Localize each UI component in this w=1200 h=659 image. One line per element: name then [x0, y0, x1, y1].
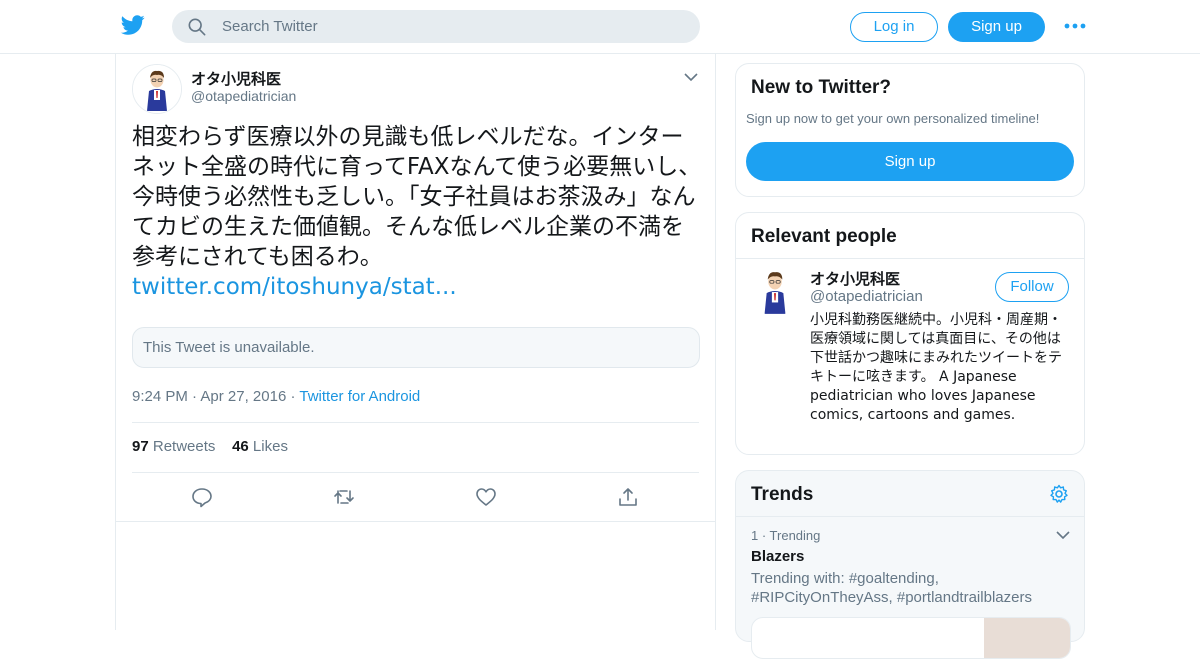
author-handle[interactable]: @otapediatrician — [191, 88, 296, 104]
tweet-link[interactable]: twitter.com/itoshunya/stat... — [132, 272, 702, 302]
tweet-detail: オタ小児科医 @otapediatrician 相変わらず医療以外の見識も低レベ… — [115, 54, 716, 630]
tweet-body: 相変わらず医療以外の見識も低レベルだな。インターネット全盛の時代に育ってFAXな… — [132, 124, 702, 270]
search-box[interactable] — [172, 10, 700, 43]
separator-dot: · — [290, 388, 296, 405]
retweet-icon[interactable] — [333, 486, 355, 508]
chevron-down-icon[interactable] — [1056, 530, 1070, 540]
tweet-time[interactable]: 9:24 PM — [132, 388, 188, 405]
retweets-label[interactable]: Retweets — [153, 438, 216, 455]
trend-thumbnail-image — [984, 618, 1070, 658]
follow-button[interactable]: Follow — [995, 272, 1069, 302]
divider — [736, 258, 1084, 259]
relevant-people-card: Relevant people オタ小児科医 @otapediatrician … — [735, 212, 1085, 455]
twitter-bird-icon[interactable] — [120, 13, 146, 37]
tweet-date[interactable]: Apr 27, 2016 — [200, 388, 286, 405]
share-icon[interactable] — [617, 486, 639, 508]
tweet-metadata: 9:24 PM · Apr 27, 2016 · Twitter for And… — [132, 388, 420, 405]
new-to-twitter-subtitle: Sign up now to get your own personalized… — [746, 111, 1040, 126]
trends-card: Trends 1 · Trending Blazers Trending wit… — [735, 470, 1085, 659]
quoted-tweet-unavailable: This Tweet is unavailable. — [132, 327, 700, 368]
relevant-people-title: Relevant people — [751, 226, 897, 247]
tweet-source-link[interactable]: Twitter for Android — [299, 388, 420, 405]
trend-rank: 1 · Trending — [751, 528, 821, 543]
trend-media-preview[interactable] — [751, 617, 1071, 659]
search-input[interactable] — [222, 10, 682, 43]
signup-button[interactable]: Sign up — [948, 12, 1045, 42]
sidebar-signup-button[interactable]: Sign up — [746, 142, 1074, 181]
author-avatar[interactable] — [132, 64, 182, 114]
doctor-avatar-icon — [133, 65, 181, 113]
chevron-down-icon[interactable] — [684, 72, 698, 82]
divider — [116, 521, 715, 522]
gear-icon[interactable] — [1049, 484, 1069, 504]
person-avatar[interactable] — [750, 266, 800, 316]
divider — [736, 516, 1084, 517]
more-options-icon[interactable] — [1064, 18, 1086, 34]
like-heart-icon[interactable] — [475, 486, 497, 508]
divider — [132, 472, 699, 473]
trend-related-hashtags[interactable]: Trending with: #goaltending, #RIPCityOnT… — [751, 569, 1071, 607]
separator-dot: · — [192, 388, 198, 405]
likes-label[interactable]: Likes — [253, 438, 288, 455]
doctor-avatar-icon — [750, 266, 800, 316]
unavailable-text: This Tweet is unavailable. — [143, 339, 315, 356]
tweet-text: 相変わらず医療以外の見識も低レベルだな。インターネット全盛の時代に育ってFAXな… — [132, 122, 702, 302]
reply-icon[interactable] — [191, 486, 213, 508]
divider — [132, 422, 699, 423]
person-handle[interactable]: @otapediatrician — [810, 288, 923, 305]
person-name[interactable]: オタ小児科医 — [810, 268, 900, 289]
retweets-count[interactable]: 97 — [132, 438, 149, 455]
trend-name[interactable]: Blazers — [751, 548, 804, 565]
login-button[interactable]: Log in — [850, 12, 938, 42]
search-icon — [188, 18, 206, 36]
top-navigation-bar: Log in Sign up — [0, 0, 1200, 54]
new-to-twitter-title: New to Twitter? — [751, 77, 892, 98]
trends-title: Trends — [751, 484, 814, 505]
tweet-stats: 97 Retweets 46 Likes — [132, 438, 288, 455]
new-to-twitter-card: New to Twitter? Sign up now to get your … — [735, 63, 1085, 197]
person-bio: 小児科勤務医継続中。小児科・周産期・医療領域に関しては真面目に、その他は下世話か… — [810, 312, 1062, 423]
author-name[interactable]: オタ小児科医 — [191, 68, 281, 89]
likes-count[interactable]: 46 — [232, 438, 249, 455]
